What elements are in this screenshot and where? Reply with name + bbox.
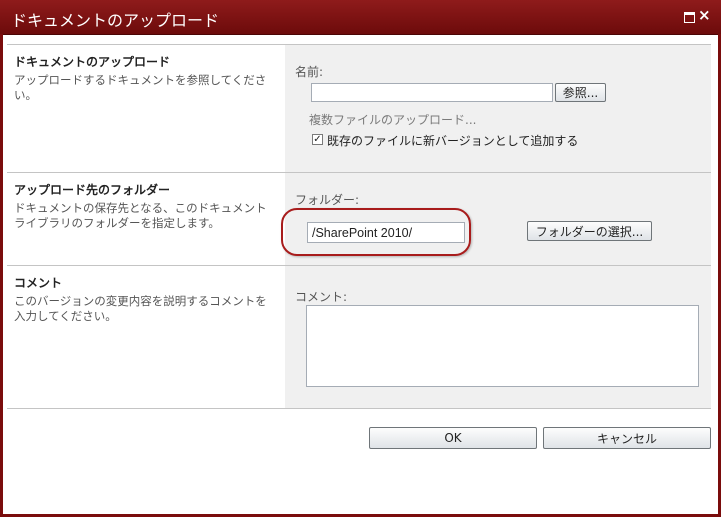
- upload-section-description: アップロードするドキュメントを参照してください。: [14, 73, 267, 102]
- comment-textarea[interactable]: [306, 305, 699, 387]
- dialog-title: ドキュメントのアップロード: [11, 11, 220, 30]
- destination-section-panel: フォルダー: フォルダーの選択...: [281, 173, 711, 266]
- comment-section-panel: コメント:: [285, 266, 711, 409]
- comment-section-info: コメント このバージョンの変更内容を説明するコメントを入力してください。: [7, 266, 285, 409]
- choose-folder-button[interactable]: フォルダーの選択...: [527, 221, 652, 241]
- upload-section-title: ドキュメントのアップロード: [14, 55, 171, 69]
- comment-section-description: このバージョンの変更内容を説明するコメントを入力してください。: [14, 294, 267, 323]
- name-label: 名前:: [295, 65, 324, 79]
- multiple-upload-link[interactable]: 複数ファイルのアップロード...: [309, 111, 476, 128]
- destination-section-info: アップロード先のフォルダー ドキュメントの保存先となる、このドキュメント ライブ…: [7, 173, 285, 266]
- overwrite-checkbox-label[interactable]: 既存のファイルに新バージョンとして追加する: [327, 132, 578, 149]
- cancel-button[interactable]: キャンセル: [543, 427, 711, 449]
- ok-button[interactable]: OK: [369, 427, 537, 449]
- overwrite-checkbox[interactable]: ✓: [312, 134, 323, 145]
- destination-section-title: アップロード先のフォルダー: [14, 183, 171, 197]
- close-icon[interactable]: ×: [698, 6, 711, 24]
- comment-section-title: コメント: [14, 276, 63, 290]
- comment-label: コメント:: [295, 290, 348, 304]
- upload-section-info: ドキュメントのアップロード アップロードするドキュメントを参照してください。: [7, 45, 285, 173]
- destination-section: アップロード先のフォルダー ドキュメントの保存先となる、このドキュメント ライブ…: [7, 172, 711, 266]
- upload-section: ドキュメントのアップロード アップロードするドキュメントを参照してください。 名…: [7, 44, 711, 173]
- folder-input[interactable]: [307, 222, 465, 243]
- destination-section-description: ドキュメントの保存先となる、このドキュメント ライブラリのフォルダーを指定します…: [14, 201, 267, 230]
- comment-section: コメント このバージョンの変更内容を説明するコメントを入力してください。 コメン…: [7, 265, 711, 409]
- upload-section-panel: 名前: 参照... 複数ファイルのアップロード... ✓ 既存のファイルに新バー…: [285, 45, 711, 173]
- browse-button[interactable]: 参照...: [555, 83, 606, 102]
- file-name-input[interactable]: [311, 83, 553, 102]
- dialog-titlebar: ドキュメントのアップロード ×: [0, 0, 721, 35]
- dialog-frame-left: [0, 34, 3, 517]
- folder-label: フォルダー:: [295, 193, 360, 207]
- footer-divider: [7, 408, 711, 409]
- maximize-icon[interactable]: [684, 12, 695, 23]
